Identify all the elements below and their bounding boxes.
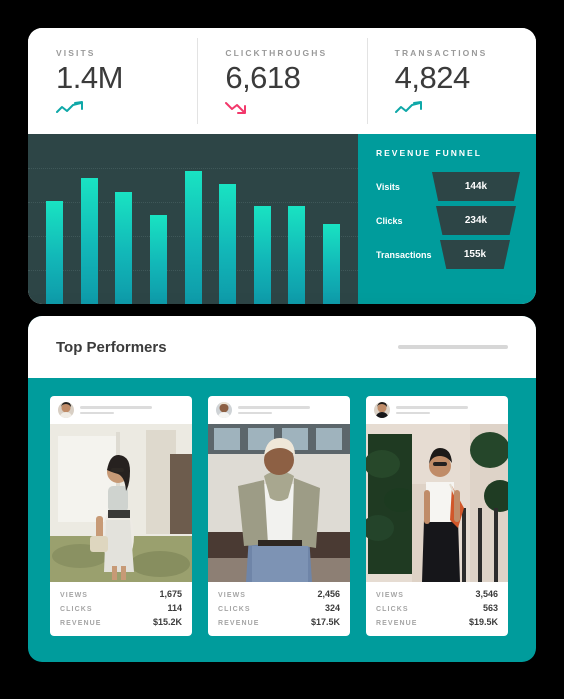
stats-row: VISITS 1.4M CLICKTHROUGHS 6,618 TRANSACT…	[28, 28, 536, 134]
bar-chart	[28, 134, 358, 304]
username-placeholder	[396, 406, 468, 414]
stat-row: REVENUE $19.5K	[376, 617, 498, 627]
stat-row: CLICKS 563	[376, 603, 498, 613]
stat-row: REVENUE $15.2K	[60, 617, 182, 627]
performer-card-list: VIEWS 1,675 CLICKS 114 REVENUE $15.2K VIEWS 2,4…	[28, 378, 536, 636]
avatar	[216, 402, 232, 418]
stat-key: VIEWS	[376, 592, 405, 599]
stat-value: 1,675	[159, 589, 182, 599]
chart-bar[interactable]	[323, 224, 340, 304]
placeholder-line	[80, 406, 152, 409]
chart-bar[interactable]	[253, 205, 271, 304]
performer-stats: VIEWS 3,546 CLICKS 563 REVENUE $19.5K	[366, 582, 508, 636]
stat-row: VIEWS 3,546	[376, 589, 498, 599]
stat-row: VIEWS 1,675	[60, 589, 182, 599]
placeholder-line	[396, 411, 430, 414]
performer-stats: VIEWS 1,675 CLICKS 114 REVENUE $15.2K	[50, 582, 192, 636]
trend-up-icon	[56, 100, 197, 116]
stat-card-transactions[interactable]: TRANSACTIONS 4,824	[366, 28, 536, 134]
stat-key: CLICKS	[218, 606, 251, 613]
avatar	[58, 402, 74, 418]
performer-photo[interactable]	[208, 424, 350, 582]
chart-bar[interactable]	[46, 201, 63, 304]
funnel-value: 234k	[464, 215, 488, 226]
stat-value: 114	[167, 603, 182, 613]
stat-value: 4,824	[394, 60, 471, 95]
performer-stats: VIEWS 2,456 CLICKS 324 REVENUE $17.5K	[208, 582, 350, 636]
avatar	[374, 402, 390, 418]
chart-bar[interactable]	[288, 205, 306, 304]
funnel-label: Visits	[376, 181, 400, 192]
performer-card-header	[366, 396, 508, 424]
funnel-label: Transactions	[376, 249, 432, 260]
performer-card[interactable]: VIEWS 3,546 CLICKS 563 REVENUE $19.5K	[366, 396, 508, 636]
chart-bar[interactable]	[115, 191, 133, 304]
page-title: Top Performers	[56, 338, 167, 356]
funnel-row-transactions[interactable]: Transactions 155k	[376, 240, 522, 269]
top-performers-header: Top Performers	[28, 316, 536, 378]
bar-series	[46, 148, 340, 304]
chart-area: REVENUE FUNNEL Visits 144k Clicks 234k T…	[28, 134, 536, 304]
stat-key: CLICKS	[60, 606, 93, 613]
stat-key: CLICKS	[376, 606, 409, 613]
stat-label: CLICKTHROUGHS	[225, 48, 328, 58]
stat-key: REVENUE	[60, 620, 102, 627]
placeholder-line	[80, 411, 114, 414]
performer-photo[interactable]	[50, 424, 192, 582]
username-placeholder	[238, 406, 310, 414]
performer-card[interactable]: VIEWS 1,675 CLICKS 114 REVENUE $15.2K	[50, 396, 192, 636]
chart-bar[interactable]	[219, 183, 237, 304]
performer-card-header	[50, 396, 192, 424]
funnel-label: Clicks	[376, 215, 403, 226]
funnel-value: 144k	[464, 181, 488, 192]
stat-value: 6,618	[225, 60, 301, 95]
stat-label: VISITS	[56, 48, 96, 58]
revenue-funnel: REVENUE FUNNEL Visits 144k Clicks 234k T…	[358, 134, 536, 304]
funnel-segment: 234k	[436, 206, 516, 235]
stat-key: VIEWS	[60, 592, 89, 599]
stat-value: $19.5K	[468, 617, 498, 627]
trend-up-icon	[394, 100, 536, 116]
stat-row: REVENUE $17.5K	[218, 617, 340, 627]
stat-card-visits[interactable]: VISITS 1.4M	[28, 28, 197, 134]
stat-value: 1.4M	[56, 60, 123, 95]
stat-row: VIEWS 2,456	[218, 589, 340, 599]
stat-card-clickthroughs[interactable]: CLICKTHROUGHS 6,618	[197, 28, 366, 134]
username-placeholder	[80, 406, 152, 414]
chart-bar[interactable]	[149, 215, 167, 304]
performer-card[interactable]: VIEWS 2,456 CLICKS 324 REVENUE $17.5K	[208, 396, 350, 636]
funnel-row-visits[interactable]: Visits 144k	[376, 172, 522, 201]
chart-bar[interactable]	[184, 171, 202, 304]
stat-value: 2,456	[317, 589, 340, 599]
funnel-row-clicks[interactable]: Clicks 234k	[376, 206, 522, 235]
stat-key: VIEWS	[218, 592, 247, 599]
stat-value: 563	[482, 603, 498, 613]
performer-photo[interactable]	[366, 424, 508, 582]
funnel-value: 155k	[463, 249, 487, 260]
funnel-segment: 155k	[440, 240, 510, 269]
stat-value: $17.5K	[310, 617, 340, 627]
placeholder-line	[238, 411, 272, 414]
chart-bar[interactable]	[80, 177, 98, 304]
stat-value: 3,546	[475, 589, 498, 599]
top-performers-panel: Top Performers VIEWS 1,675 CLICKS 114 REVENU…	[28, 316, 536, 662]
stat-key: REVENUE	[376, 620, 418, 627]
funnel-segment: 144k	[432, 172, 520, 201]
stat-row: CLICKS 114	[60, 603, 182, 613]
trend-down-icon	[225, 100, 366, 116]
header-placeholder-bar	[398, 345, 508, 349]
stat-value: $15.2K	[152, 617, 182, 627]
stat-label: TRANSACTIONS	[394, 48, 488, 58]
stat-value: 324	[324, 603, 340, 613]
stat-row: CLICKS 324	[218, 603, 340, 613]
funnel-title: REVENUE FUNNEL	[376, 148, 482, 158]
performer-card-header	[208, 396, 350, 424]
placeholder-line	[396, 406, 468, 409]
dashboard-mockup: VISITS 1.4M CLICKTHROUGHS 6,618 TRANSACT…	[0, 0, 564, 699]
metrics-panel: VISITS 1.4M CLICKTHROUGHS 6,618 TRANSACT…	[28, 28, 536, 304]
stat-key: REVENUE	[218, 620, 260, 627]
placeholder-line	[238, 406, 310, 409]
